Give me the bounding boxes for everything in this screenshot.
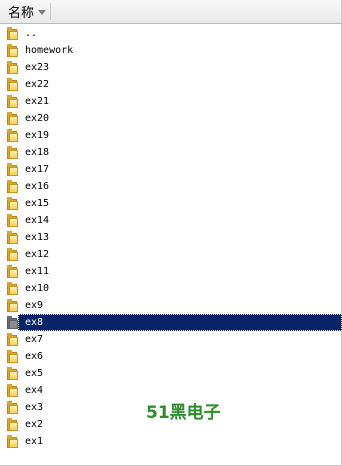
- file-name: ex3: [25, 402, 44, 413]
- file-name: ex4: [25, 385, 44, 396]
- file-name: ex19: [25, 130, 50, 141]
- folder-icon: [7, 180, 19, 193]
- file-name: homework: [25, 45, 74, 56]
- file-name: ex5: [25, 368, 44, 379]
- list-item[interactable]: ..: [6, 25, 340, 42]
- file-name: ex10: [25, 283, 50, 294]
- list-item[interactable]: ex21: [6, 93, 340, 110]
- file-name: ex8: [25, 317, 44, 328]
- folder-icon: [7, 333, 19, 346]
- folder-icon: [7, 95, 19, 108]
- list-item[interactable]: ex12: [6, 246, 340, 263]
- list-item[interactable]: ex22: [6, 76, 340, 93]
- folder-icon: [7, 384, 19, 397]
- folder-icon: [7, 435, 19, 448]
- folder-icon: [7, 350, 19, 363]
- list-item[interactable]: ex14: [6, 212, 340, 229]
- folder-icon: [7, 248, 19, 261]
- file-name: ex13: [25, 232, 50, 243]
- file-name: ex11: [25, 266, 50, 277]
- watermark-text: 51黑电子: [146, 403, 221, 423]
- list-item[interactable]: ex9: [6, 297, 340, 314]
- list-item[interactable]: ex20: [6, 110, 340, 127]
- list-item-selected[interactable]: ex8: [6, 314, 342, 331]
- folder-icon: [7, 146, 19, 159]
- name-column-header[interactable]: 名称: [0, 0, 47, 23]
- file-name: ex21: [25, 96, 50, 107]
- file-list: .. homework ex23 ex22 ex21 ex20 ex19 ex18 ex17 ex…: [6, 25, 342, 450]
- folder-icon: [7, 282, 19, 295]
- folder-icon: [7, 129, 19, 142]
- file-name: ..: [25, 28, 38, 39]
- list-header: 名称: [0, 0, 341, 24]
- file-name: ex14: [25, 215, 50, 226]
- file-name: ex18: [25, 147, 50, 158]
- folder-icon: [7, 163, 19, 176]
- folder-icon: [7, 27, 19, 40]
- file-list-window: 名称 .. homework ex23 ex22 ex21 ex20 ex19 ex18 ex1…: [0, 0, 342, 466]
- file-name: ex1: [25, 436, 44, 447]
- folder-icon: [7, 61, 19, 74]
- list-item[interactable]: ex19: [6, 127, 340, 144]
- file-name: ex7: [25, 334, 44, 345]
- name-column-label: 名称: [8, 6, 35, 21]
- folder-icon: [7, 265, 19, 278]
- list-item[interactable]: ex7: [6, 331, 340, 348]
- list-item[interactable]: ex17: [6, 161, 340, 178]
- file-name: ex16: [25, 181, 50, 192]
- list-item[interactable]: ex5: [6, 365, 340, 382]
- folder-icon: [7, 401, 19, 414]
- list-item[interactable]: homework: [6, 42, 340, 59]
- folder-icon: [7, 44, 19, 57]
- column-divider[interactable]: [50, 3, 51, 20]
- list-item[interactable]: ex6: [6, 348, 340, 365]
- list-item[interactable]: ex18: [6, 144, 340, 161]
- selection-highlight: [18, 314, 342, 331]
- folder-icon: [7, 197, 19, 210]
- folder-icon: [7, 112, 19, 125]
- list-item[interactable]: ex1: [6, 433, 340, 450]
- list-item[interactable]: ex10: [6, 280, 340, 297]
- file-name: ex15: [25, 198, 50, 209]
- file-name: ex22: [25, 79, 50, 90]
- list-item[interactable]: ex23: [6, 59, 340, 76]
- list-item[interactable]: ex16: [6, 178, 340, 195]
- folder-icon: [7, 231, 19, 244]
- folder-icon: [7, 214, 19, 227]
- list-item[interactable]: ex4: [6, 382, 340, 399]
- folder-icon: [7, 299, 19, 312]
- list-item[interactable]: ex11: [6, 263, 340, 280]
- folder-icon: [7, 418, 19, 431]
- list-item[interactable]: ex15: [6, 195, 340, 212]
- folder-icon: [7, 316, 19, 329]
- list-item[interactable]: ex13: [6, 229, 340, 246]
- sort-down-icon[interactable]: [38, 10, 47, 15]
- file-name: ex12: [25, 249, 50, 260]
- folder-icon: [7, 367, 19, 380]
- file-name: ex23: [25, 62, 50, 73]
- file-name: ex2: [25, 419, 44, 430]
- file-name: ex9: [25, 300, 44, 311]
- file-name: ex17: [25, 164, 50, 175]
- file-name: ex20: [25, 113, 50, 124]
- file-name: ex6: [25, 351, 44, 362]
- folder-icon: [7, 78, 19, 91]
